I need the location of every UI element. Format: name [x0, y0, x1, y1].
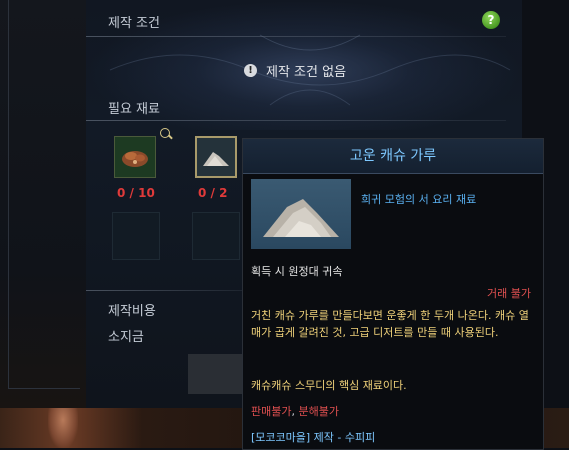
conditions-divider	[86, 36, 506, 37]
craft-button[interactable]	[188, 354, 244, 394]
tooltip-title: 고운 캐슈 가루	[243, 139, 543, 174]
item-category: 희귀 모험의 서 요리 재료	[361, 193, 477, 206]
flag-disassemble: 분해불가	[298, 405, 339, 418]
character-figure	[48, 408, 78, 448]
crafting-cost-label: 제작비용	[108, 304, 156, 319]
material-slot-empty-2	[192, 212, 240, 260]
meat-icon	[122, 151, 148, 167]
material-count-2: 0 / 2	[198, 186, 228, 200]
item-binding: 획득 시 원정대 귀속	[251, 265, 343, 278]
item-flags: 판매불가, 분해불가	[251, 403, 339, 419]
left-panel-border	[8, 0, 9, 388]
item-description: 거친 캐슈 가루를 만들다보면 운좋게 한 두개 나온다. 캐슈 열매가 곱게 …	[251, 309, 529, 339]
help-icon[interactable]: ?	[482, 11, 500, 29]
item-lore: 캐슈캐슈 스무디의 핵심 재료이다.	[251, 379, 407, 392]
no-conditions-notice: ! 제작 조건 없음	[244, 60, 346, 80]
material-slot-1[interactable]	[114, 136, 156, 178]
left-panel-border-bottom	[8, 388, 80, 389]
info-icon: !	[244, 63, 257, 77]
conditions-title: 제작 조건	[108, 16, 160, 31]
material-slot-2[interactable]	[195, 136, 237, 178]
item-source: [모코코마을] 제작 - 수피피	[251, 431, 376, 444]
materials-title: 필요 재료	[108, 102, 160, 117]
material-slot-empty-1	[112, 212, 160, 260]
materials-divider	[86, 120, 506, 121]
powder-icon	[203, 152, 229, 166]
item-image	[251, 179, 351, 249]
left-panel-background	[0, 0, 86, 448]
item-tooltip: 고운 캐슈 가루 희귀 모험의 서 요리 재료 획득 시 원정대 귀속 거래 불…	[242, 138, 544, 450]
cost-divider	[86, 290, 242, 291]
flag-sell: 판매불가	[251, 405, 292, 418]
money-label: 소지금	[108, 330, 144, 345]
item-trade-status: 거래 불가	[487, 287, 531, 300]
no-conditions-text: 제작 조건 없음	[266, 64, 347, 80]
powder-pile-icon	[263, 199, 339, 237]
material-count-1: 0 / 10	[117, 186, 155, 200]
